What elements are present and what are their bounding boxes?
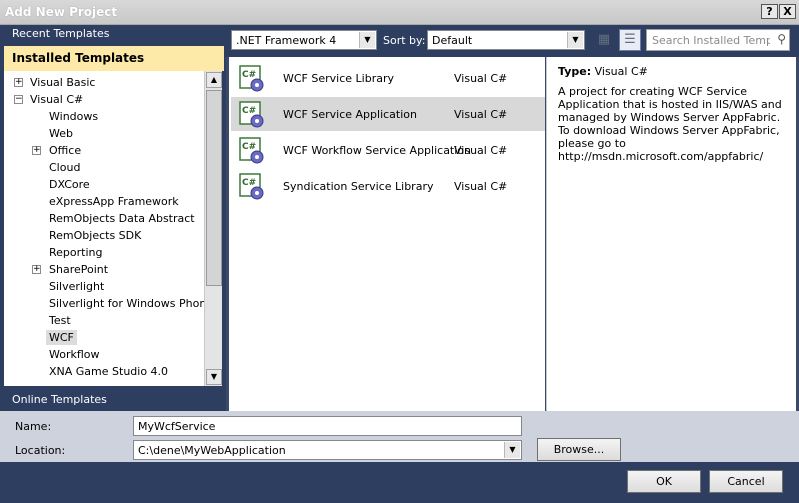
search-icon[interactable]: ⚲ bbox=[777, 32, 786, 46]
tree-item-windows[interactable]: Windows bbox=[49, 110, 98, 123]
tree-item-dxcore[interactable]: DXCore bbox=[49, 178, 90, 191]
tree-item-remobjects-da[interactable]: RemObjects Data Abstract bbox=[49, 212, 195, 225]
template-name: WCF Service Application bbox=[283, 108, 417, 121]
recent-templates-link[interactable]: Recent Templates bbox=[12, 27, 109, 40]
tree-item-workflow[interactable]: Workflow bbox=[49, 348, 100, 361]
csharp-project-icon: C# bbox=[239, 65, 264, 92]
template-language: Visual C# bbox=[454, 180, 508, 193]
list-icon: ☰ bbox=[624, 32, 636, 47]
sort-value: Default bbox=[432, 34, 473, 47]
template-name: WCF Service Library bbox=[283, 72, 394, 85]
chevron-down-icon[interactable]: ▼ bbox=[359, 32, 375, 48]
scroll-down-icon[interactable]: ▼ bbox=[206, 369, 222, 385]
title-bar: Add New Project ? X bbox=[0, 0, 799, 25]
svg-text:C#: C# bbox=[242, 70, 256, 80]
scroll-up-icon[interactable]: ▲ bbox=[206, 72, 222, 88]
tree-item-cloud[interactable]: Cloud bbox=[49, 161, 80, 174]
search-input[interactable]: Search Installed Templat bbox=[652, 34, 770, 47]
browse-button[interactable]: Browse... bbox=[537, 438, 621, 461]
template-item[interactable]: C# Syndication Service Library Visual C# bbox=[231, 169, 545, 203]
chevron-down-icon[interactable]: ▼ bbox=[504, 442, 520, 458]
template-name: WCF Workflow Service Application bbox=[283, 144, 471, 157]
description-panel: Type: Visual C# A project for creating W… bbox=[546, 57, 796, 411]
name-field[interactable]: MyWcfService bbox=[133, 416, 522, 436]
svg-text:C#: C# bbox=[242, 178, 256, 188]
sort-dropdown[interactable]: Default ▼ bbox=[427, 30, 585, 50]
tree-item-silverlight[interactable]: Silverlight bbox=[49, 280, 104, 293]
help-button[interactable]: ? bbox=[761, 4, 778, 19]
location-label: Location: bbox=[15, 444, 66, 457]
type-line: Type: Visual C# bbox=[558, 65, 648, 78]
online-templates-link[interactable]: Online Templates bbox=[12, 393, 107, 406]
framework-value: .NET Framework 4 bbox=[236, 34, 337, 47]
location-field[interactable]: C:\dene\MyWebApplication ▼ bbox=[133, 440, 522, 460]
template-language: Visual C# bbox=[454, 108, 508, 121]
template-tree: + Visual Basic − Visual C# Windows Web +… bbox=[4, 71, 213, 386]
tree-item-wcf[interactable]: WCF bbox=[46, 330, 77, 345]
template-list: C# WCF Service Library Visual C# C# WCF … bbox=[229, 57, 545, 411]
scroll-thumb[interactable] bbox=[206, 90, 222, 286]
template-language: Visual C# bbox=[454, 144, 508, 157]
tree-item-test[interactable]: Test bbox=[49, 314, 71, 327]
tree-item-remobjects-sdk[interactable]: RemObjects SDK bbox=[49, 229, 141, 242]
expand-icon[interactable]: + bbox=[32, 146, 41, 155]
tree-item-reporting[interactable]: Reporting bbox=[49, 246, 102, 259]
search-box[interactable]: Search Installed Templat ⚲ bbox=[646, 29, 790, 51]
svg-text:C#: C# bbox=[242, 106, 256, 116]
grid-icon: ▦ bbox=[597, 32, 611, 47]
tree-scrollbar[interactable]: ▲ ▼ bbox=[204, 71, 222, 386]
cancel-button[interactable]: Cancel bbox=[709, 470, 783, 493]
tree-item-label: Visual Basic bbox=[30, 76, 96, 89]
tree-item-expressapp[interactable]: eXpressApp Framework bbox=[49, 195, 179, 208]
installed-templates-header[interactable]: Installed Templates bbox=[4, 46, 224, 71]
chevron-down-icon[interactable]: ▼ bbox=[567, 32, 583, 48]
expand-icon[interactable]: + bbox=[14, 78, 23, 87]
small-icons-view-button[interactable]: ▦ bbox=[593, 29, 615, 51]
tree-item-label: WCF bbox=[46, 330, 77, 345]
tree-item-label: SharePoint bbox=[49, 263, 109, 276]
template-name: Syndication Service Library bbox=[283, 180, 434, 193]
list-view-button[interactable]: ☰ bbox=[619, 29, 641, 51]
expand-icon[interactable]: + bbox=[32, 265, 41, 274]
window-title: Add New Project bbox=[5, 5, 118, 19]
svg-text:C#: C# bbox=[242, 142, 256, 152]
template-item[interactable]: C# WCF Service Library Visual C# bbox=[231, 61, 545, 95]
tree-item-label: Visual C# bbox=[30, 93, 84, 106]
collapse-icon[interactable]: − bbox=[14, 95, 23, 104]
type-label: Type: bbox=[558, 65, 592, 78]
type-value: Visual C# bbox=[594, 65, 648, 78]
close-button[interactable]: X bbox=[779, 4, 796, 19]
csharp-project-icon: C# bbox=[239, 173, 264, 200]
tree-item-label: Office bbox=[49, 144, 82, 157]
sort-by-label: Sort by: bbox=[383, 34, 426, 47]
template-item[interactable]: C# WCF Workflow Service Application Visu… bbox=[231, 133, 545, 167]
location-value: C:\dene\MyWebApplication bbox=[138, 444, 286, 457]
template-language: Visual C# bbox=[454, 72, 508, 85]
template-item-selected[interactable]: C# WCF Service Application Visual C# bbox=[231, 97, 545, 131]
tree-item-silverlight-wp[interactable]: Silverlight for Windows Phone bbox=[49, 297, 213, 310]
framework-dropdown[interactable]: .NET Framework 4 ▼ bbox=[231, 30, 377, 50]
name-label: Name: bbox=[15, 420, 52, 433]
csharp-project-icon: C# bbox=[239, 137, 264, 164]
ok-button[interactable]: OK bbox=[627, 470, 701, 493]
tree-item-xna[interactable]: XNA Game Studio 4.0 bbox=[49, 365, 168, 378]
tree-item-web[interactable]: Web bbox=[49, 127, 73, 140]
csharp-project-icon: C# bbox=[239, 101, 264, 128]
description-text: A project for creating WCF Service Appli… bbox=[558, 85, 782, 163]
